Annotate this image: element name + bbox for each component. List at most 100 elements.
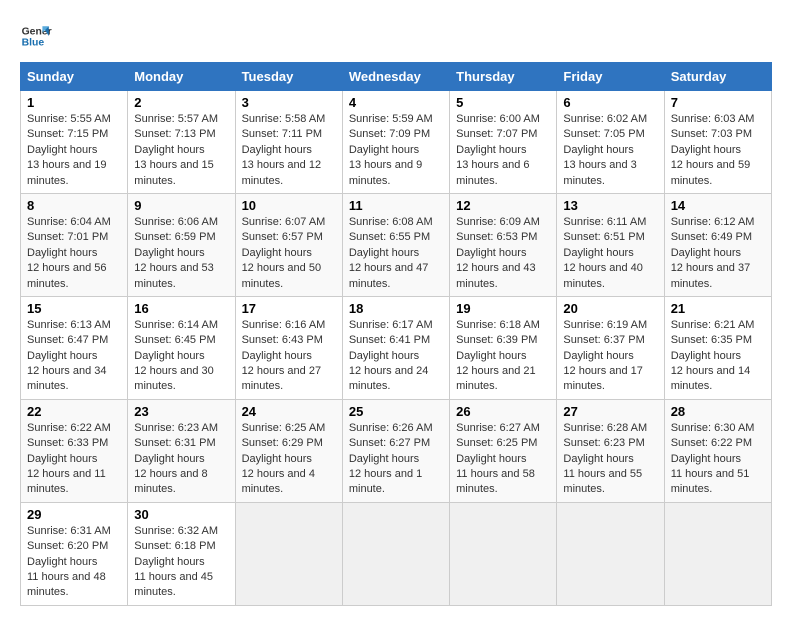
- header-row: SundayMondayTuesdayWednesdayThursdayFrid…: [21, 63, 772, 91]
- day-number: 10: [242, 198, 336, 213]
- logo-icon: General Blue: [20, 20, 52, 52]
- calendar-cell: 8 Sunrise: 6:04 AM Sunset: 7:01 PM Dayli…: [21, 193, 128, 296]
- day-info: Sunrise: 6:30 AM Sunset: 6:22 PM Dayligh…: [671, 421, 765, 498]
- page-header: General Blue: [20, 20, 772, 52]
- day-number: 17: [242, 301, 336, 316]
- day-number: 12: [456, 198, 550, 213]
- day-info: Sunrise: 5:58 AM Sunset: 7:11 PM Dayligh…: [242, 112, 336, 189]
- calendar-cell: 29 Sunrise: 6:31 AM Sunset: 6:20 PM Dayl…: [21, 502, 128, 605]
- day-info: Sunrise: 5:59 AM Sunset: 7:09 PM Dayligh…: [349, 112, 443, 189]
- calendar-cell: 19 Sunrise: 6:18 AM Sunset: 6:39 PM Dayl…: [450, 296, 557, 399]
- day-number: 11: [349, 198, 443, 213]
- day-info: Sunrise: 6:06 AM Sunset: 6:59 PM Dayligh…: [134, 215, 228, 292]
- calendar-cell: 12 Sunrise: 6:09 AM Sunset: 6:53 PM Dayl…: [450, 193, 557, 296]
- calendar-cell: 16 Sunrise: 6:14 AM Sunset: 6:45 PM Dayl…: [128, 296, 235, 399]
- day-number: 2: [134, 95, 228, 110]
- calendar-cell: 1 Sunrise: 5:55 AM Sunset: 7:15 PM Dayli…: [21, 91, 128, 194]
- calendar-cell: 6 Sunrise: 6:02 AM Sunset: 7:05 PM Dayli…: [557, 91, 664, 194]
- day-info: Sunrise: 6:12 AM Sunset: 6:49 PM Dayligh…: [671, 215, 765, 292]
- calendar-cell: [235, 502, 342, 605]
- day-number: 28: [671, 404, 765, 419]
- day-number: 21: [671, 301, 765, 316]
- day-info: Sunrise: 6:23 AM Sunset: 6:31 PM Dayligh…: [134, 421, 228, 498]
- calendar-cell: 2 Sunrise: 5:57 AM Sunset: 7:13 PM Dayli…: [128, 91, 235, 194]
- calendar-cell: 30 Sunrise: 6:32 AM Sunset: 6:18 PM Dayl…: [128, 502, 235, 605]
- day-number: 24: [242, 404, 336, 419]
- header-sunday: Sunday: [21, 63, 128, 91]
- day-info: Sunrise: 6:00 AM Sunset: 7:07 PM Dayligh…: [456, 112, 550, 189]
- header-wednesday: Wednesday: [342, 63, 449, 91]
- day-number: 5: [456, 95, 550, 110]
- day-info: Sunrise: 6:21 AM Sunset: 6:35 PM Dayligh…: [671, 318, 765, 395]
- calendar-cell: 18 Sunrise: 6:17 AM Sunset: 6:41 PM Dayl…: [342, 296, 449, 399]
- calendar-cell: 3 Sunrise: 5:58 AM Sunset: 7:11 PM Dayli…: [235, 91, 342, 194]
- svg-text:Blue: Blue: [22, 38, 45, 49]
- day-info: Sunrise: 6:04 AM Sunset: 7:01 PM Dayligh…: [27, 215, 121, 292]
- day-number: 1: [27, 95, 121, 110]
- calendar-cell: [342, 502, 449, 605]
- day-info: Sunrise: 6:02 AM Sunset: 7:05 PM Dayligh…: [563, 112, 657, 189]
- week-row-3: 15 Sunrise: 6:13 AM Sunset: 6:47 PM Dayl…: [21, 296, 772, 399]
- calendar-cell: 5 Sunrise: 6:00 AM Sunset: 7:07 PM Dayli…: [450, 91, 557, 194]
- calendar-cell: 10 Sunrise: 6:07 AM Sunset: 6:57 PM Dayl…: [235, 193, 342, 296]
- calendar-cell: 14 Sunrise: 6:12 AM Sunset: 6:49 PM Dayl…: [664, 193, 771, 296]
- logo: General Blue: [20, 20, 52, 52]
- calendar-cell: [450, 502, 557, 605]
- day-number: 4: [349, 95, 443, 110]
- day-number: 22: [27, 404, 121, 419]
- calendar-cell: 15 Sunrise: 6:13 AM Sunset: 6:47 PM Dayl…: [21, 296, 128, 399]
- calendar-cell: 23 Sunrise: 6:23 AM Sunset: 6:31 PM Dayl…: [128, 399, 235, 502]
- day-info: Sunrise: 6:31 AM Sunset: 6:20 PM Dayligh…: [27, 524, 121, 601]
- day-number: 14: [671, 198, 765, 213]
- day-info: Sunrise: 6:22 AM Sunset: 6:33 PM Dayligh…: [27, 421, 121, 498]
- day-info: Sunrise: 6:08 AM Sunset: 6:55 PM Dayligh…: [349, 215, 443, 292]
- day-number: 16: [134, 301, 228, 316]
- day-number: 8: [27, 198, 121, 213]
- day-number: 29: [27, 507, 121, 522]
- calendar-cell: 24 Sunrise: 6:25 AM Sunset: 6:29 PM Dayl…: [235, 399, 342, 502]
- day-info: Sunrise: 6:03 AM Sunset: 7:03 PM Dayligh…: [671, 112, 765, 189]
- day-info: Sunrise: 6:17 AM Sunset: 6:41 PM Dayligh…: [349, 318, 443, 395]
- day-info: Sunrise: 6:09 AM Sunset: 6:53 PM Dayligh…: [456, 215, 550, 292]
- week-row-5: 29 Sunrise: 6:31 AM Sunset: 6:20 PM Dayl…: [21, 502, 772, 605]
- header-monday: Monday: [128, 63, 235, 91]
- calendar-cell: 20 Sunrise: 6:19 AM Sunset: 6:37 PM Dayl…: [557, 296, 664, 399]
- day-info: Sunrise: 5:57 AM Sunset: 7:13 PM Dayligh…: [134, 112, 228, 189]
- week-row-4: 22 Sunrise: 6:22 AM Sunset: 6:33 PM Dayl…: [21, 399, 772, 502]
- day-number: 15: [27, 301, 121, 316]
- day-number: 26: [456, 404, 550, 419]
- calendar-cell: 27 Sunrise: 6:28 AM Sunset: 6:23 PM Dayl…: [557, 399, 664, 502]
- header-tuesday: Tuesday: [235, 63, 342, 91]
- calendar-cell: 17 Sunrise: 6:16 AM Sunset: 6:43 PM Dayl…: [235, 296, 342, 399]
- day-number: 3: [242, 95, 336, 110]
- day-number: 27: [563, 404, 657, 419]
- day-info: Sunrise: 5:55 AM Sunset: 7:15 PM Dayligh…: [27, 112, 121, 189]
- calendar-cell: 7 Sunrise: 6:03 AM Sunset: 7:03 PM Dayli…: [664, 91, 771, 194]
- day-info: Sunrise: 6:16 AM Sunset: 6:43 PM Dayligh…: [242, 318, 336, 395]
- calendar-cell: 9 Sunrise: 6:06 AM Sunset: 6:59 PM Dayli…: [128, 193, 235, 296]
- calendar-cell: [557, 502, 664, 605]
- day-number: 13: [563, 198, 657, 213]
- week-row-2: 8 Sunrise: 6:04 AM Sunset: 7:01 PM Dayli…: [21, 193, 772, 296]
- day-info: Sunrise: 6:27 AM Sunset: 6:25 PM Dayligh…: [456, 421, 550, 498]
- calendar-cell: 11 Sunrise: 6:08 AM Sunset: 6:55 PM Dayl…: [342, 193, 449, 296]
- calendar-cell: 13 Sunrise: 6:11 AM Sunset: 6:51 PM Dayl…: [557, 193, 664, 296]
- day-number: 30: [134, 507, 228, 522]
- calendar-cell: 26 Sunrise: 6:27 AM Sunset: 6:25 PM Dayl…: [450, 399, 557, 502]
- day-info: Sunrise: 6:32 AM Sunset: 6:18 PM Dayligh…: [134, 524, 228, 601]
- calendar-cell: 4 Sunrise: 5:59 AM Sunset: 7:09 PM Dayli…: [342, 91, 449, 194]
- day-info: Sunrise: 6:26 AM Sunset: 6:27 PM Dayligh…: [349, 421, 443, 498]
- day-number: 9: [134, 198, 228, 213]
- day-info: Sunrise: 6:14 AM Sunset: 6:45 PM Dayligh…: [134, 318, 228, 395]
- day-number: 7: [671, 95, 765, 110]
- day-number: 6: [563, 95, 657, 110]
- day-number: 19: [456, 301, 550, 316]
- header-friday: Friday: [557, 63, 664, 91]
- calendar-cell: 21 Sunrise: 6:21 AM Sunset: 6:35 PM Dayl…: [664, 296, 771, 399]
- day-number: 23: [134, 404, 228, 419]
- day-info: Sunrise: 6:11 AM Sunset: 6:51 PM Dayligh…: [563, 215, 657, 292]
- header-thursday: Thursday: [450, 63, 557, 91]
- day-info: Sunrise: 6:28 AM Sunset: 6:23 PM Dayligh…: [563, 421, 657, 498]
- calendar-cell: 25 Sunrise: 6:26 AM Sunset: 6:27 PM Dayl…: [342, 399, 449, 502]
- week-row-1: 1 Sunrise: 5:55 AM Sunset: 7:15 PM Dayli…: [21, 91, 772, 194]
